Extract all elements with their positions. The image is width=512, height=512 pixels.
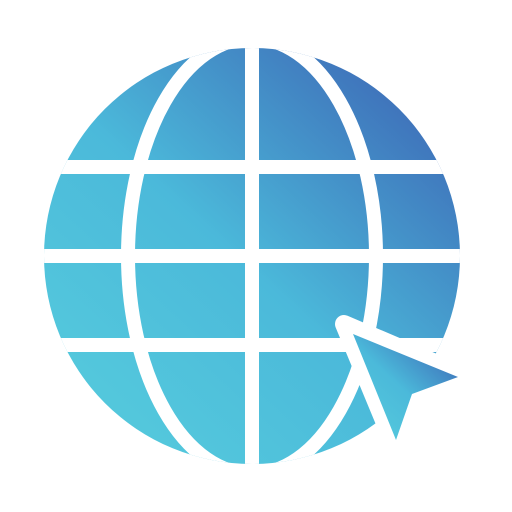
globe-grid	[44, 48, 460, 464]
cursor-arrow-icon	[335, 315, 477, 461]
globe-cursor-icon	[44, 48, 477, 464]
icon-canvas	[0, 0, 512, 512]
